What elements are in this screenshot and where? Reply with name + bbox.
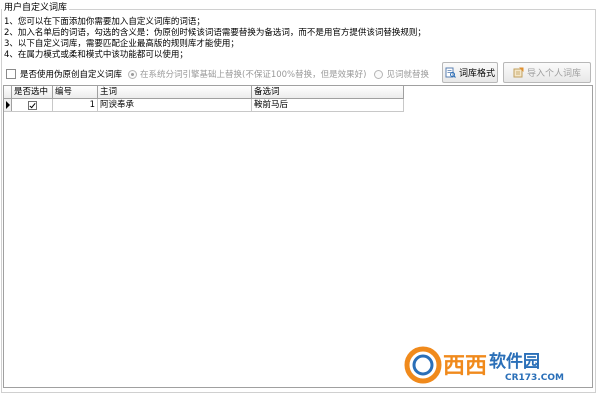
row-selected-checkbox[interactable] [27,100,37,110]
radio-direct-replace-label: 见词就替换 [386,70,429,80]
row-selected-cell[interactable] [12,99,53,111]
row-main-word-cell[interactable]: 阿谀奉承 [98,99,252,111]
header-selected[interactable]: 是否选中 [12,86,53,98]
instruction-line-4: 4、在属力模式或柔和模式中该功能都可以使用； [4,50,188,60]
import-dictionary-label: 导入个人词库 [526,69,581,79]
import-icon [513,67,524,78]
logo-brand-text-2: 软件园 [489,351,540,372]
group-title: 用户自定义词库 [2,2,70,14]
row-id-cell[interactable]: 1 [53,99,98,111]
grid-header: 是否选中 编号 主词 备选词 [4,86,404,99]
header-row-indicator [4,86,12,98]
instruction-line-3: 3、以下自定义词库，需要匹配企业最高版的规则库才能使用； [4,39,239,49]
row-indicator[interactable] [4,99,12,111]
radio-system-engine[interactable] [128,69,138,79]
logo-url-text: CR173.COM [505,373,564,383]
document-search-icon [445,67,456,78]
dictionary-format-label: 词库格式 [458,69,495,79]
instruction-line-1: 1、您可以在下面添加你需要加入自定义词库的词语； [4,17,205,27]
radio-direct-replace[interactable] [374,69,384,79]
table-row[interactable]: 1 阿谀奉承 鞍前马后 [4,99,404,112]
options-row: 是否使用伪原创自定义词库 在系统分词引擎基础上替换(不保证100%替换，但是效果… [6,67,429,81]
logo-inner-icon [412,354,434,376]
header-alternate-word[interactable]: 备选词 [252,86,404,98]
dictionary-format-button[interactable]: 词库格式 [442,62,498,83]
row-alternate-word-cell[interactable]: 鞍前马后 [252,99,404,111]
import-dictionary-button[interactable]: 导入个人词库 [503,62,591,83]
instruction-line-2: 2、加入名单后的词语，勾选的含义是：伪原创时候该词语需要替换为备选词，而不是用官… [4,28,426,38]
radio-system-engine-label: 在系统分词引擎基础上替换(不保证100%替换，但是效果好) [140,70,367,80]
logo-brand-text: 西西 [443,354,487,379]
cr173-logo: 西西 软件园 CR173.COM [404,346,564,384]
header-id[interactable]: 编号 [53,86,98,98]
use-custom-dictionary-label: 是否使用伪原创自定义词库 [20,70,123,80]
header-main-word[interactable]: 主词 [98,86,252,98]
current-row-arrow-icon [5,101,10,109]
use-custom-dictionary-checkbox[interactable] [6,69,16,79]
